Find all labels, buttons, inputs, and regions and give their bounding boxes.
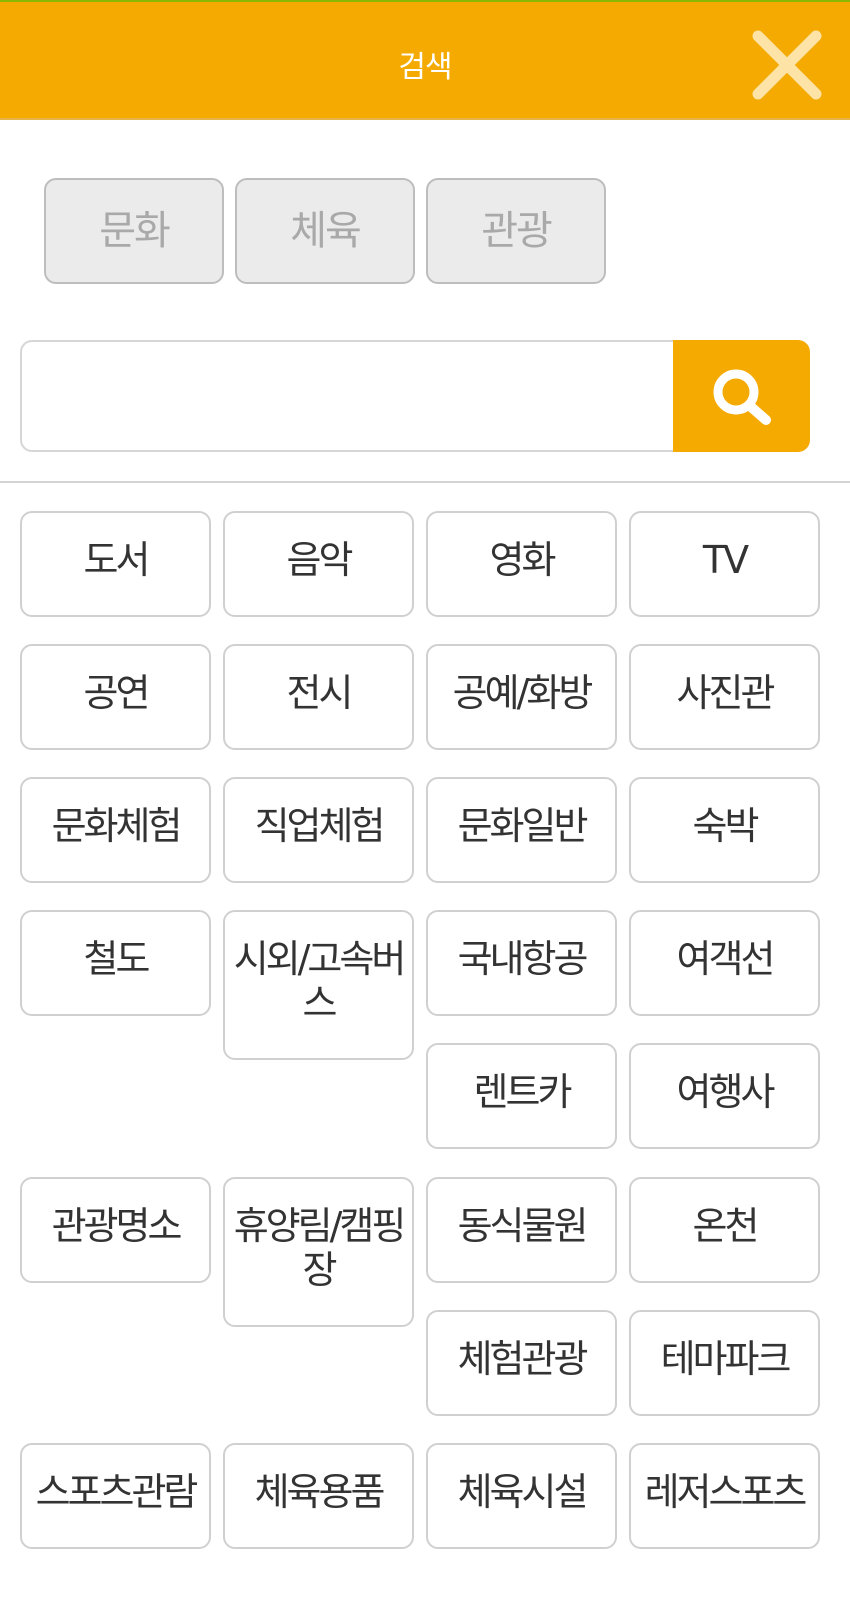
category-label: 공예/화방: [452, 671, 594, 715]
category-travel-agency[interactable]: 여행사: [629, 1043, 820, 1149]
category-label: 동식물원: [457, 1204, 589, 1248]
category-label: 문화체험: [51, 804, 183, 848]
category-label: 여객선: [676, 937, 776, 981]
category-label: 체육용품: [254, 1470, 386, 1514]
category-job-experience[interactable]: 직업체험: [223, 777, 414, 883]
category-label: 사진관: [676, 671, 776, 715]
category-leisure-sports[interactable]: 레저스포츠: [629, 1443, 820, 1549]
category-music[interactable]: 음악: [223, 511, 414, 617]
category-tv[interactable]: TV: [629, 511, 820, 617]
category-lodging[interactable]: 숙박: [629, 777, 820, 883]
category-railway[interactable]: 철도: [20, 910, 211, 1016]
category-label: 철도: [83, 937, 151, 981]
category-hot-spring[interactable]: 온천: [629, 1177, 820, 1283]
category-sports-viewing[interactable]: 스포츠관람: [20, 1443, 211, 1549]
category-photo-studio[interactable]: 사진관: [629, 644, 820, 750]
divider: [0, 481, 850, 483]
category-sporting-goods[interactable]: 체육용품: [223, 1443, 414, 1549]
category-intercity-bus[interactable]: 시외/고속버스: [223, 910, 414, 1060]
category-label: 음악: [286, 538, 354, 582]
tab-culture[interactable]: 문화: [44, 178, 224, 284]
category-label: 숙박: [692, 804, 760, 848]
category-domestic-flight[interactable]: 국내항공: [426, 910, 617, 1016]
close-button[interactable]: [742, 20, 832, 110]
header-bar: 검색: [0, 0, 850, 120]
category-label: 공연: [83, 671, 151, 715]
category-label: 레저스포츠: [644, 1470, 808, 1514]
search-box: [20, 340, 810, 452]
category-exhibition[interactable]: 전시: [223, 644, 414, 750]
category-theme-park[interactable]: 테마파크: [629, 1310, 820, 1416]
category-label: 렌트카: [473, 1070, 573, 1114]
category-label: 전시: [286, 671, 354, 715]
category-culture-general[interactable]: 문화일반: [426, 777, 617, 883]
search-input[interactable]: [20, 340, 675, 452]
category-label: 테마파크: [660, 1337, 792, 1381]
category-label: 여행사: [676, 1070, 776, 1114]
category-zoo-botanical[interactable]: 동식물원: [426, 1177, 617, 1283]
category-label: 온천: [692, 1204, 760, 1248]
category-label: 관광명소: [51, 1204, 183, 1248]
category-culture-experience[interactable]: 문화체험: [20, 777, 211, 883]
tab-tourism[interactable]: 관광: [426, 178, 606, 284]
category-tourist-attraction[interactable]: 관광명소: [20, 1177, 211, 1283]
category-rent-a-car[interactable]: 렌트카: [426, 1043, 617, 1149]
category-label: 휴양림/캠핑장: [233, 1204, 407, 1292]
category-label: 국내항공: [457, 937, 589, 981]
category-label: 문화일반: [457, 804, 589, 848]
category-label: 직업체험: [254, 804, 386, 848]
category-label: TV: [702, 538, 749, 582]
category-performance[interactable]: 공연: [20, 644, 211, 750]
page-title: 검색: [398, 50, 452, 85]
category-label: 영화: [489, 538, 557, 582]
category-label: 스포츠관람: [35, 1470, 199, 1514]
close-icon: [752, 30, 822, 100]
category-label: 도서: [83, 538, 151, 582]
search-icon: [713, 369, 771, 425]
category-label: 체험관광: [457, 1337, 589, 1381]
tab-sports[interactable]: 체육: [235, 178, 415, 284]
category-forest-camping[interactable]: 휴양림/캠핑장: [223, 1177, 414, 1327]
category-ferry[interactable]: 여객선: [629, 910, 820, 1016]
category-label: 체육시설: [457, 1470, 589, 1514]
category-label: 시외/고속버스: [233, 937, 407, 1025]
category-books[interactable]: 도서: [20, 511, 211, 617]
search-button[interactable]: [673, 340, 810, 452]
category-sports-facility[interactable]: 체육시설: [426, 1443, 617, 1549]
category-crafts-art-supplies[interactable]: 공예/화방: [426, 644, 617, 750]
category-movie[interactable]: 영화: [426, 511, 617, 617]
category-experience-tourism[interactable]: 체험관광: [426, 1310, 617, 1416]
